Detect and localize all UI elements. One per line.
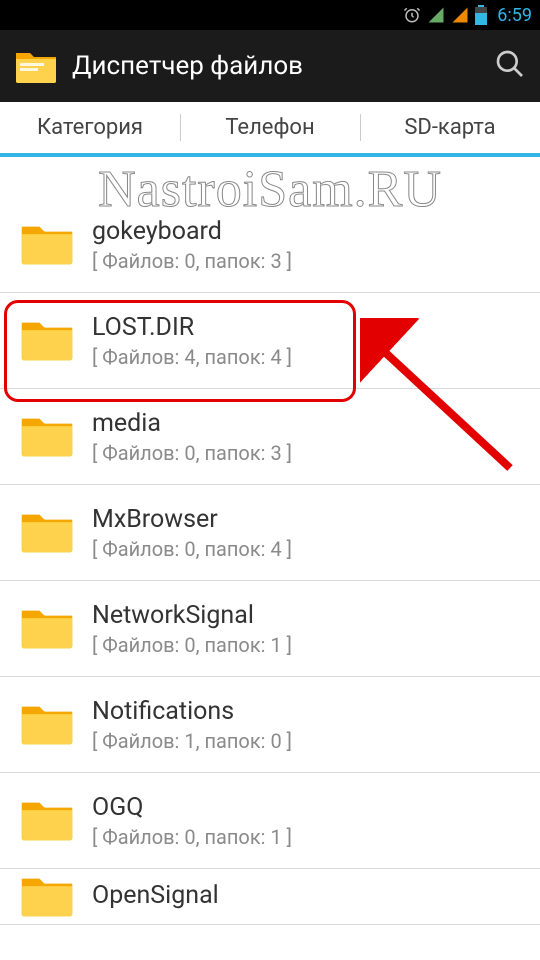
folder-sub: [ Файлов: 0, папок: 1 ] <box>92 633 522 657</box>
list-item[interactable]: OpenSignal <box>0 869 540 925</box>
folder-icon <box>18 871 92 923</box>
folder-icon <box>18 219 92 271</box>
folder-name: gokeyboard <box>92 217 522 246</box>
alarm-icon <box>403 6 421 24</box>
list-item[interactable]: OGQ [ Файлов: 0, папок: 1 ] <box>0 773 540 869</box>
folder-name: media <box>92 409 522 438</box>
list-item[interactable]: Notifications [ Файлов: 1, папок: 0 ] <box>0 677 540 773</box>
clock: 6:59 <box>497 5 532 26</box>
tab-category[interactable]: Категория <box>0 102 180 153</box>
status-bar: 6:59 <box>0 0 540 30</box>
folder-name: OpenSignal <box>92 881 522 910</box>
folder-sub: [ Файлов: 0, папок: 3 ] <box>92 249 522 273</box>
folder-name: OGQ <box>92 793 522 822</box>
app-icon <box>14 47 58 85</box>
folder-sub: [ Файлов: 0, папок: 1 ] <box>92 825 522 849</box>
list-item[interactable]: LOST.DIR [ Файлов: 4, папок: 4 ] <box>0 293 540 389</box>
tab-phone[interactable]: Телефон <box>180 102 360 153</box>
folder-name: Notifications <box>92 697 522 726</box>
list-item[interactable]: NetworkSignal [ Файлов: 0, папок: 1 ] <box>0 581 540 677</box>
folder-icon <box>18 315 92 367</box>
folder-icon <box>18 507 92 559</box>
folder-name: NetworkSignal <box>92 601 522 630</box>
folder-sub: [ Файлов: 0, папок: 3 ] <box>92 441 522 465</box>
app-title: Диспетчер файлов <box>72 51 480 81</box>
list-item[interactable]: MxBrowser [ Файлов: 0, папок: 4 ] <box>0 485 540 581</box>
folder-icon <box>18 795 92 847</box>
folder-name: MxBrowser <box>92 505 522 534</box>
folder-icon <box>18 411 92 463</box>
list-item[interactable]: gokeyboard [ Файлов: 0, папок: 3 ] <box>0 197 540 293</box>
tab-sdcard[interactable]: SD-карта <box>360 102 540 153</box>
folder-list: gokeyboard [ Файлов: 0, папок: 3 ] LOST.… <box>0 197 540 925</box>
app-bar: Диспетчер файлов <box>0 30 540 102</box>
folder-icon <box>18 699 92 751</box>
battery-icon <box>475 5 487 25</box>
folder-sub: [ Файлов: 0, папок: 4 ] <box>92 537 522 561</box>
search-icon[interactable] <box>494 48 526 84</box>
folder-icon <box>18 603 92 655</box>
signal-icon-2 <box>451 6 469 24</box>
list-item[interactable]: media [ Файлов: 0, папок: 3 ] <box>0 389 540 485</box>
folder-sub: [ Файлов: 4, папок: 4 ] <box>92 345 522 369</box>
signal-icon <box>427 6 445 24</box>
tabs: Категория Телефон SD-карта <box>0 102 540 157</box>
folder-sub: [ Файлов: 1, папок: 0 ] <box>92 729 522 753</box>
folder-name: LOST.DIR <box>92 313 522 342</box>
